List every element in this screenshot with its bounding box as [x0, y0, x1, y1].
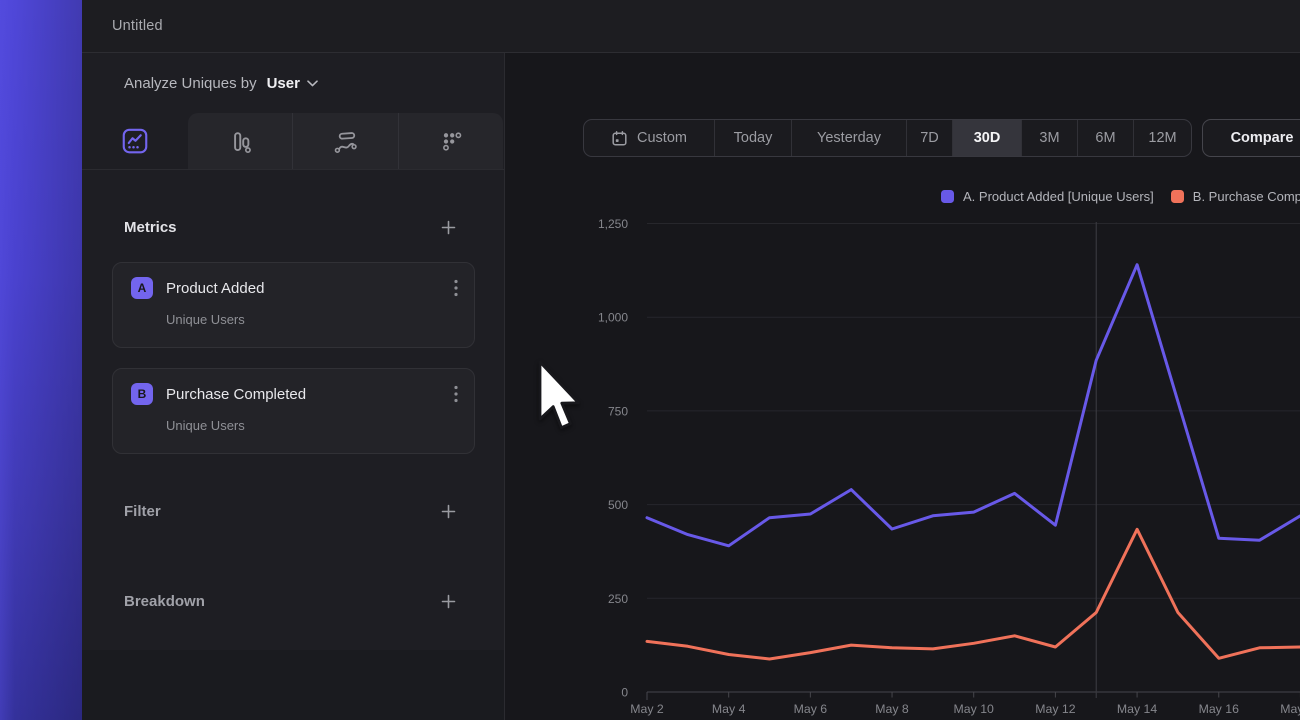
metric-card-a-top: A Product Added	[131, 277, 458, 299]
filter-title: Filter	[124, 503, 161, 520]
tab-retention[interactable]	[398, 113, 503, 169]
tab-flows[interactable]	[292, 113, 397, 169]
x-tick-label: May 12	[1035, 702, 1075, 716]
titlebar: Untitled	[82, 0, 1300, 53]
y-tick-label: 750	[608, 404, 628, 418]
range-button-custom[interactable]: Custom	[584, 120, 714, 156]
range-button-label: Custom	[637, 130, 687, 146]
plus-icon	[441, 220, 456, 235]
metric-card-a[interactable]: A Product Added Unique Users	[112, 262, 475, 348]
range-button-today[interactable]: Today	[714, 120, 791, 156]
chart-type-tab-group	[188, 113, 503, 169]
funnels-bars-icon	[227, 128, 254, 155]
range-button-label: 6M	[1095, 130, 1115, 146]
y-tick-label: 500	[608, 498, 628, 512]
metric-card-b-top: B Purchase Completed	[131, 383, 458, 405]
x-tick-label: May 2	[630, 702, 664, 716]
analyze-label: Analyze Uniques by	[124, 75, 257, 92]
series-line-b	[647, 529, 1300, 659]
x-tick-label: May 6	[794, 702, 828, 716]
range-button-label: 30D	[974, 130, 1001, 146]
x-tick-label: May 4	[712, 702, 746, 716]
x-tick-label: May 10	[954, 702, 994, 716]
add-breakdown-button[interactable]	[440, 593, 457, 610]
analyze-by-dropdown[interactable]: User	[267, 75, 318, 92]
range-button-label: 3M	[1039, 130, 1059, 146]
metrics-header: Metrics	[124, 215, 457, 239]
series-line-a	[647, 265, 1300, 546]
metrics-title: Metrics	[124, 219, 177, 236]
metric-name-a: Product Added	[166, 280, 454, 297]
date-range-segmented-control: Custom Today Yesterday 7D 30D 3M 6M 12M	[583, 119, 1192, 157]
y-tick-label: 0	[621, 686, 628, 700]
range-button-label: Today	[734, 130, 773, 146]
range-button-label: Yesterday	[817, 130, 881, 146]
report-title: Untitled	[112, 18, 163, 34]
calendar-icon	[611, 130, 628, 147]
breakdown-header: Breakdown	[124, 589, 457, 613]
insights-line-chart-icon	[120, 126, 150, 156]
range-button-7d[interactable]: 7D	[906, 120, 952, 156]
analyze-by-value: User	[267, 75, 300, 92]
sidebar-footer	[82, 650, 504, 720]
kebab-menu-icon[interactable]	[454, 385, 458, 403]
filter-header: Filter	[124, 499, 457, 523]
metric-name-b: Purchase Completed	[166, 386, 454, 403]
tab-funnels[interactable]	[188, 113, 292, 169]
y-tick-label: 1,250	[598, 217, 628, 231]
y-tick-label: 1,000	[598, 311, 628, 325]
desktop-wallpaper-strip	[0, 0, 82, 720]
metric-badge-b: B	[131, 383, 153, 405]
app-window: Untitled Analyze Uniques by User	[82, 0, 1300, 720]
plus-icon	[441, 504, 456, 519]
chevron-down-icon	[307, 80, 318, 87]
metric-subtitle-b: Unique Users	[166, 418, 458, 433]
tab-insights-line[interactable]	[82, 113, 188, 169]
sidebar: Analyze Uniques by User	[82, 53, 505, 720]
range-button-12m[interactable]: 12M	[1133, 120, 1191, 156]
line-chart: 0 250 500 750 1,000 1,250 May 2 May 4 May 6 May 8…	[560, 200, 1300, 720]
x-tick-label: May 18	[1280, 702, 1300, 716]
flows-wave-icon	[332, 128, 359, 155]
range-button-label: 7D	[920, 130, 939, 146]
breakdown-title: Breakdown	[124, 593, 205, 610]
retention-dots-icon	[437, 128, 464, 155]
add-metric-button[interactable]	[440, 219, 457, 236]
analyze-row: Analyze Uniques by User	[82, 53, 504, 113]
kebab-menu-icon[interactable]	[454, 279, 458, 297]
add-filter-button[interactable]	[440, 503, 457, 520]
x-tick-label: May 8	[875, 702, 909, 716]
range-button-label: 12M	[1148, 130, 1176, 146]
plus-icon	[441, 594, 456, 609]
y-tick-label: 250	[608, 592, 628, 606]
compare-button[interactable]: Compare	[1202, 119, 1300, 157]
chart-type-tabs	[82, 113, 504, 170]
range-button-3m[interactable]: 3M	[1021, 120, 1077, 156]
range-button-30d[interactable]: 30D	[952, 120, 1021, 156]
chart-panel: Custom Today Yesterday 7D 30D 3M 6M 12M Compare…	[505, 53, 1300, 720]
metric-card-b[interactable]: B Purchase Completed Unique Users	[112, 368, 475, 454]
metric-badge-a: A	[131, 277, 153, 299]
range-button-6m[interactable]: 6M	[1077, 120, 1133, 156]
x-tick-label: May 16	[1199, 702, 1239, 716]
metric-subtitle-a: Unique Users	[166, 312, 458, 327]
range-button-yesterday[interactable]: Yesterday	[791, 120, 906, 156]
x-tick-label: May 14	[1117, 702, 1157, 716]
